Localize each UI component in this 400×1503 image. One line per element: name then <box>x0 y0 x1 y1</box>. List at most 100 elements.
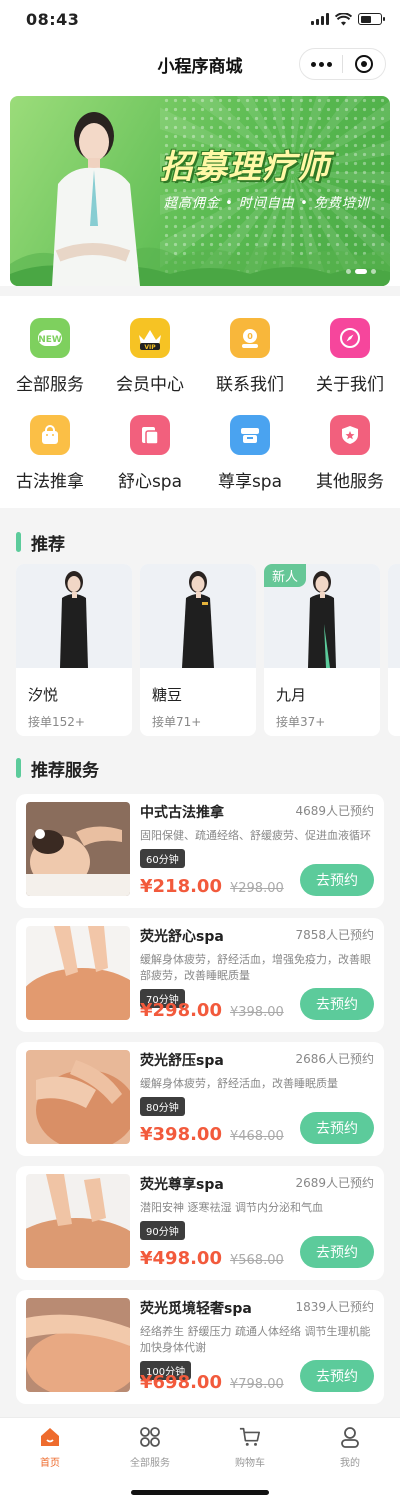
service-list: 中式古法推拿 4689人已预约 固阳保健、疏通经络、舒缓疲劳、促进血液循环 60… <box>0 790 400 1404</box>
new-badge: 新人 <box>264 564 307 587</box>
therapist-photo <box>16 564 132 668</box>
service-body: 荧光舒心spa 7858人已预约 缓解身体疲劳，舒经活血，增强免疫力，改善眼部疲… <box>140 926 374 1021</box>
service-booked-count: 2686人已预约 <box>295 1052 374 1066</box>
therapist-carousel[interactable]: 汐悦 接单152+ 糖豆 接单71+ 新人 九月 接单37+ Ⅰ 接 <box>0 564 400 736</box>
category-grid: NEW 全部服务 VIP 会员中心 0 联系我们 关于我们 古法推拿 舒心spa… <box>0 296 400 508</box>
service-card[interactable]: 荧光觅境轻奢spa 1839人已预约 经络养生 舒缓压力 疏通人体经络 调节生理… <box>16 1290 384 1404</box>
grid-row-1: NEW 全部服务 VIP 会员中心 0 联系我们 关于我们 <box>0 318 400 395</box>
service-description: 缓解身体疲劳，舒经活血，改善睡眠质量 <box>140 1077 338 1090</box>
banner-title: 招募理疗师 <box>160 147 330 186</box>
therapist-card[interactable]: 糖豆 接单71+ <box>140 564 256 736</box>
new-badge-icon: NEW <box>30 318 70 358</box>
vip-crown-icon: VIP <box>130 318 170 358</box>
grid-item-member-center[interactable]: VIP 会员中心 <box>100 318 200 395</box>
status-icons <box>311 12 385 26</box>
therapist-orders: 接单71+ <box>152 715 202 729</box>
service-card[interactable]: 荧光尊享spa 2689人已预约 潜阳安神 逐寒祛湿 调节内分泌和气血 90分钟… <box>16 1166 384 1280</box>
recommend-title: 推荐 <box>31 534 65 555</box>
tab-label: 我的 <box>340 1458 360 1469</box>
grid-item-about-us[interactable]: 关于我们 <box>300 318 400 395</box>
close-mini-program-button[interactable] <box>343 49 385 79</box>
tab-profile[interactable]: 我的 <box>300 1426 400 1503</box>
service-image <box>26 1298 130 1392</box>
service-card[interactable]: 荧光舒心spa 7858人已预约 缓解身体疲劳，舒经活血，增强免疫力，改善眼部疲… <box>16 918 384 1032</box>
book-button[interactable]: 去预约 <box>300 1360 374 1392</box>
copy-icon <box>130 415 170 455</box>
service-body: 荧光舒压spa 2686人已预约 缓解身体疲劳，舒经活血，改善睡眠质量 80分钟… <box>140 1050 374 1145</box>
grid-label: 舒心spa <box>117 472 183 492</box>
recruit-banner[interactable]: 招募理疗师 超高佣金 • 时间自由 • 免费培训 <box>10 96 390 286</box>
book-button[interactable]: 去预约 <box>300 864 374 896</box>
service-image <box>26 1174 130 1268</box>
banner-wrap: 招募理疗师 超高佣金 • 时间自由 • 免费培训 <box>0 90 400 286</box>
service-booked-count: 1839人已预约 <box>295 1300 374 1314</box>
mini-program-capsule <box>299 48 386 80</box>
status-time: 08:43 <box>26 9 80 29</box>
grid-item-premium-spa[interactable]: 尊享spa <box>200 415 300 492</box>
services-title: 推荐服务 <box>31 760 99 781</box>
bottom-tab-bar: 首页 全部服务 购物车 我的 <box>0 1417 400 1503</box>
grid-item-all-services[interactable]: NEW 全部服务 <box>0 318 100 395</box>
grid-icon <box>139 1426 161 1448</box>
therapist-photo <box>140 564 256 668</box>
service-body: 荧光尊享spa 2689人已预约 潜阳安神 逐寒祛湿 调节内分泌和气血 90分钟… <box>140 1174 374 1269</box>
grid-label: 其他服务 <box>316 472 384 492</box>
banner-subtitle: 超高佣金 • 时间自由 • 免费培训 <box>164 196 370 211</box>
wifi-icon <box>335 12 352 25</box>
service-body: 中式古法推拿 4689人已预约 固阳保健、疏通经络、舒缓疲劳、促进血液循环 60… <box>140 802 374 897</box>
therapist-name: 汐悦 <box>28 686 59 704</box>
service-description: 缓解身体疲劳，舒经活血，增强免疫力，改善眼部疲劳，改善睡眠质量 <box>140 953 371 982</box>
service-original-price: ¥298.00 <box>229 881 284 896</box>
book-button[interactable]: 去预约 <box>300 1236 374 1268</box>
grid-label: 关于我们 <box>316 375 384 395</box>
star-shield-icon <box>330 415 370 455</box>
tab-home[interactable]: 首页 <box>0 1426 100 1503</box>
service-booked-count: 4689人已预约 <box>295 804 374 818</box>
grid-item-massage[interactable]: 古法推拿 <box>0 415 100 492</box>
book-button[interactable]: 去预约 <box>300 1112 374 1144</box>
therapist-name: 九月 <box>276 686 307 704</box>
contact-icon: 0 <box>230 318 270 358</box>
grid-row-2: 古法推拿 舒心spa 尊享spa 其他服务 <box>0 415 400 492</box>
grid-item-comfort-spa[interactable]: 舒心spa <box>100 415 200 492</box>
service-price-row: ¥398.00 ¥468.00 <box>140 1124 284 1145</box>
status-bar: 08:43 <box>0 0 400 38</box>
tab-label: 全部服务 <box>130 1458 170 1469</box>
signal-icon <box>311 13 329 25</box>
grid-label: 会员中心 <box>116 375 184 395</box>
more-dots-icon <box>310 61 332 67</box>
therapist-card[interactable]: 汐悦 接单152+ <box>16 564 132 736</box>
service-price: ¥298.00 <box>140 1000 222 1021</box>
tab-label: 购物车 <box>235 1458 265 1469</box>
page-title: 小程序商城 <box>157 56 243 77</box>
service-price-row: ¥218.00 ¥298.00 <box>140 876 284 897</box>
grid-item-other-services[interactable]: 其他服务 <box>300 415 400 492</box>
header-area: 08:43 小程序商城 <box>0 0 400 90</box>
therapist-card[interactable]: 新人 九月 接单37+ <box>264 564 380 736</box>
svg-text:VIP: VIP <box>144 344 156 351</box>
therapist-name: 糖豆 <box>152 686 183 704</box>
svg-text:0: 0 <box>247 332 253 341</box>
recommend-header: 推荐 <box>0 520 400 564</box>
book-button[interactable]: 去预约 <box>300 988 374 1020</box>
box-icon <box>230 415 270 455</box>
service-original-price: ¥468.00 <box>229 1129 284 1144</box>
service-price-row: ¥498.00 ¥568.00 <box>140 1248 284 1269</box>
therapist-orders: 接单152+ <box>28 715 85 729</box>
service-card[interactable]: 荧光舒压spa 2686人已预约 缓解身体疲劳，舒经活血，改善睡眠质量 80分钟… <box>16 1042 384 1156</box>
service-body: 荧光觅境轻奢spa 1839人已预约 经络养生 舒缓压力 疏通人体经络 调节生理… <box>140 1298 374 1393</box>
section-accent-bar <box>16 532 21 552</box>
service-image <box>26 1050 130 1144</box>
grid-item-contact-us[interactable]: 0 联系我们 <box>200 318 300 395</box>
grid-label: 联系我们 <box>216 375 284 395</box>
more-button[interactable] <box>300 49 342 79</box>
service-booked-count: 7858人已预约 <box>295 928 374 942</box>
therapist-photo <box>388 564 400 668</box>
grid-label: 古法推拿 <box>16 472 84 492</box>
service-card[interactable]: 中式古法推拿 4689人已预约 固阳保健、疏通经络、舒缓疲劳、促进血液循环 60… <box>16 794 384 908</box>
service-price: ¥218.00 <box>140 876 222 897</box>
therapist-card[interactable]: Ⅰ 接 <box>388 564 400 736</box>
therapist-photo <box>52 112 140 286</box>
services-header: 推荐服务 <box>0 746 400 790</box>
bag-icon <box>30 415 70 455</box>
